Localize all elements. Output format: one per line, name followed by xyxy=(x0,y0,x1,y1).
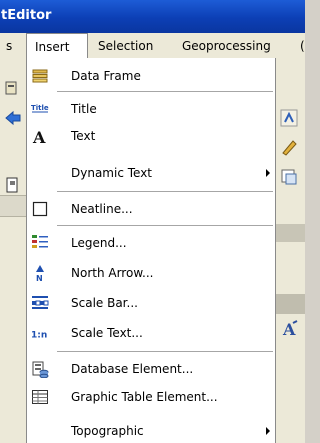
window-title: tEditor xyxy=(1,8,52,23)
menu-separator xyxy=(57,91,273,92)
right-panel-strip-2 xyxy=(276,294,305,314)
data-frame-icon xyxy=(32,69,48,83)
toolbar-icon-partial xyxy=(5,81,17,95)
menu-item-title[interactable]: Title Title xyxy=(27,96,275,122)
menu-item-data-frame[interactable]: Data Frame xyxy=(27,63,275,89)
submenu-arrow-icon xyxy=(266,169,270,177)
menu-item-label: Scale Bar... xyxy=(71,296,138,310)
menu-item-label: Neatline... xyxy=(71,202,133,216)
neatline-icon xyxy=(32,201,48,217)
right-panel-strip xyxy=(276,224,305,242)
back-arrow-icon[interactable] xyxy=(4,110,22,126)
menu-item-label: Dynamic Text xyxy=(71,166,153,180)
menu-selection[interactable]: Selection xyxy=(98,39,153,53)
menu-insert[interactable]: Insert xyxy=(26,33,88,59)
menu-item-label: Data Frame xyxy=(71,69,141,83)
scale-text-icon: 1:n xyxy=(31,331,47,341)
menu-item-scale-text[interactable]: 1:n Scale Text... xyxy=(27,320,275,346)
legend-icon xyxy=(32,235,48,248)
text-style-icon[interactable]: A xyxy=(280,319,300,339)
menu-next-partial[interactable]: ( xyxy=(300,39,305,53)
scale-bar-icon xyxy=(32,296,49,309)
menu-item-label: Topographic xyxy=(71,424,144,438)
menu-item-north-arrow[interactable]: N North Arrow... xyxy=(27,260,275,286)
north-arrow-icon: N xyxy=(36,265,44,282)
graphic-table-icon xyxy=(32,390,48,404)
toolbar-icon-partial-right-2[interactable] xyxy=(279,166,299,186)
menu-geoprocessing[interactable]: Geoprocessing xyxy=(182,39,271,53)
right-toolbar-area: A xyxy=(276,58,305,443)
pencil-icon[interactable] xyxy=(279,137,299,157)
menu-item-label: North Arrow... xyxy=(71,266,154,280)
menu-item-label: Scale Text... xyxy=(71,326,143,340)
database-element-icon xyxy=(32,361,49,378)
menu-prev-partial[interactable]: s xyxy=(6,39,12,53)
menu-separator xyxy=(57,191,273,192)
submenu-arrow-icon xyxy=(266,427,270,435)
insert-dropdown-menu: Data Frame Title Title A Text Dynamic Te… xyxy=(26,58,276,443)
north-arrow-icon-glyph: N xyxy=(36,274,43,282)
menu-bar: s Insert Selection Geoprocessing ( xyxy=(0,33,305,59)
menu-item-database-element[interactable]: Database Element... xyxy=(27,356,275,382)
menu-separator xyxy=(57,225,273,226)
menu-item-scale-bar[interactable]: Scale Bar... xyxy=(27,290,275,316)
menu-item-dynamic-text[interactable]: Dynamic Text xyxy=(27,160,275,186)
menu-item-neatline[interactable]: Neatline... xyxy=(27,196,275,222)
menu-item-label: Database Element... xyxy=(71,362,194,376)
menu-item-label: Graphic Table Element... xyxy=(71,390,218,404)
title-bar: tEditor xyxy=(0,0,305,33)
menu-item-graphic-table-element[interactable]: Graphic Table Element... xyxy=(27,384,275,410)
text-icon-glyph: A xyxy=(32,128,46,145)
menu-separator xyxy=(57,351,273,352)
title-icon-glyph: Title xyxy=(31,104,49,112)
toolbar-icon-partial-right[interactable] xyxy=(279,108,299,128)
left-tab-strip xyxy=(0,195,26,217)
menu-item-legend[interactable]: Legend... xyxy=(27,230,275,256)
menu-item-label: Legend... xyxy=(71,236,127,250)
menu-item-text[interactable]: A Text xyxy=(27,123,275,149)
text-icon: A xyxy=(32,128,46,145)
menu-item-label: Title xyxy=(71,102,97,116)
title-icon: Title xyxy=(31,104,49,113)
left-toolbar-area xyxy=(0,58,26,443)
scale-text-icon-glyph: 1:n xyxy=(31,331,47,341)
page-icon-partial xyxy=(6,177,18,193)
menu-item-label: Text xyxy=(71,129,96,143)
menu-insert-label: Insert xyxy=(35,40,70,54)
menu-item-topographic[interactable]: Topographic xyxy=(27,418,275,443)
